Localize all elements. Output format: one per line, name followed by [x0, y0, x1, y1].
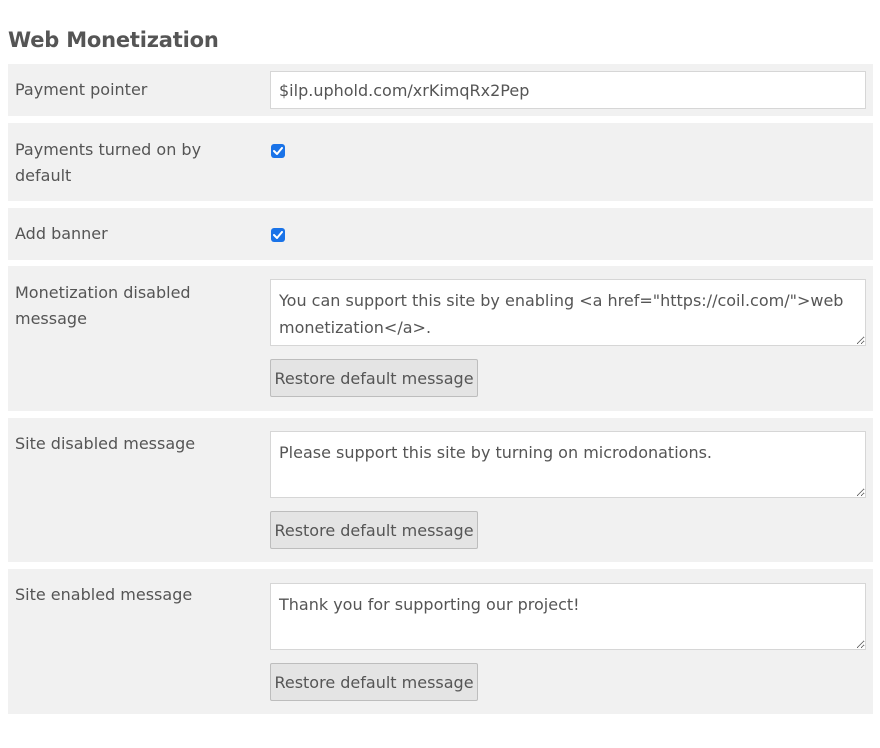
site-disabled-row: Site disabled message Please support thi… — [8, 418, 873, 562]
site-enabled-row: Site enabled message Thank you for suppo… — [8, 569, 873, 714]
add-banner-row: Add banner — [8, 208, 873, 260]
payments-default-row: Payments turned on by default — [8, 123, 873, 201]
restore-site-disabled-button[interactable]: Restore default message — [270, 511, 478, 549]
restore-monetization-disabled-button[interactable]: Restore default message — [270, 359, 478, 397]
checkmark-icon — [273, 231, 283, 239]
site-disabled-textarea[interactable]: Please support this site by turning on m… — [270, 431, 866, 498]
add-banner-label: Add banner — [15, 224, 108, 243]
add-banner-checkbox[interactable] — [271, 228, 285, 242]
web-monetization-settings: Web Monetization Payment pointer Payment… — [0, 0, 880, 748]
monetization-disabled-textarea[interactable]: You can support this site by enabling <a… — [270, 279, 866, 346]
monetization-disabled-label: Monetization disabled message — [15, 283, 191, 328]
payments-default-checkbox[interactable] — [271, 144, 285, 158]
payments-default-label: Payments turned on by default — [15, 140, 202, 185]
site-enabled-label: Site enabled message — [15, 585, 193, 604]
payment-pointer-row: Payment pointer — [8, 64, 873, 116]
site-disabled-label: Site disabled message — [15, 434, 196, 453]
site-enabled-textarea[interactable]: Thank you for supporting our project! — [270, 583, 866, 650]
checkmark-icon — [273, 147, 283, 155]
restore-site-enabled-button[interactable]: Restore default message — [270, 663, 478, 701]
monetization-disabled-row: Monetization disabled message You can su… — [8, 266, 873, 411]
payment-pointer-label: Payment pointer — [15, 80, 148, 99]
section-title: Web Monetization — [8, 28, 219, 52]
payment-pointer-input[interactable] — [270, 71, 866, 109]
